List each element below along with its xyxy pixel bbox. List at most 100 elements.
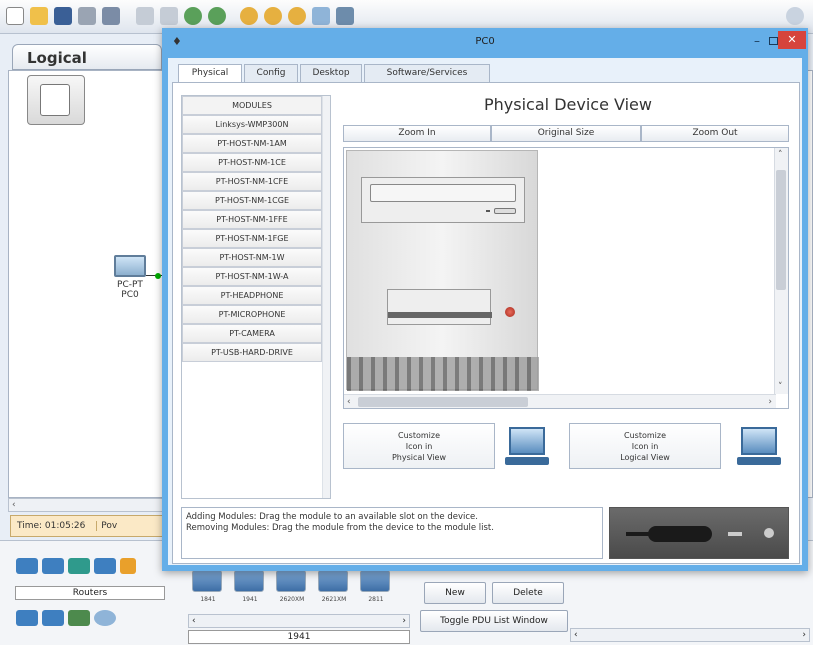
tab-software-services[interactable]: Software/Services [364,64,490,82]
customize-logical-icon-button[interactable]: Customize Icon in Logical View [569,423,721,469]
device-view-vertical-scrollbar[interactable]: ˄ ˅ [774,148,788,394]
open-folder-icon[interactable] [30,7,48,25]
power-button-icon[interactable] [505,307,515,317]
copy-icon[interactable] [136,7,154,25]
router-model-tile[interactable]: 1841 [192,570,222,603]
module-item[interactable]: PT-MICROPHONE [182,305,322,324]
link-status-light [155,273,161,279]
zoom-reset-icon[interactable] [264,7,282,25]
connections-category-icon[interactable] [120,558,136,574]
delete-scenario-button[interactable]: Delete [492,582,564,604]
hub-category-icon[interactable] [68,558,90,574]
optical-drive-bay [361,177,525,223]
modules-list[interactable]: MODULES Linksys-WMP300N PT-HOST-NM-1AM P… [181,95,331,499]
module-item[interactable]: Linksys-WMP300N [182,115,322,134]
paste-icon[interactable] [160,7,178,25]
router-category-icon[interactable] [16,558,38,574]
help-line: Removing Modules: Drag the module from t… [186,523,494,533]
router-model-label: 2811 [368,596,384,603]
activity-wizard-icon[interactable] [102,7,120,25]
scrollbar-thumb[interactable] [776,170,786,290]
zoom-in-icon[interactable] [240,7,258,25]
undo-icon[interactable] [184,7,202,25]
palette-icon[interactable] [312,7,330,25]
time-label: Time: 01:05:26 [17,521,86,531]
module-item[interactable]: PT-HOST-NM-1W [182,248,322,267]
router-model-tile[interactable]: 2621XM [318,570,348,603]
router-model-label: 1941 [242,596,258,603]
root-cluster-icon[interactable] [27,75,85,125]
redo-icon[interactable] [208,7,226,25]
customize-physical-icon-button[interactable]: Customize Icon in Physical View [343,423,495,469]
optical-drive-slot [370,184,516,202]
logical-workspace-tab[interactable]: Logical [12,44,162,70]
module-item[interactable]: PT-HOST-NM-1CE [182,153,322,172]
scroll-left-icon[interactable]: ‹ [574,630,578,640]
physical-device-view[interactable]: ˄ ˅ ‹ › [343,147,789,409]
scroll-right-icon[interactable]: › [402,615,406,627]
module-item[interactable]: PT-HOST-NM-1FFE [182,210,322,229]
module-item[interactable]: PT-HOST-NM-1CFE [182,172,322,191]
wireless-category-icon[interactable] [94,558,116,574]
module-item[interactable]: PT-HOST-NM-1AM [182,134,322,153]
physical-view-pc-icon [505,427,549,467]
power-cycle-label[interactable]: Pov [96,521,118,531]
dialog-title-bar[interactable]: ♦ PC0 – ✕ [162,28,808,58]
toggle-pdu-list-button[interactable]: Toggle PDU List Window [420,610,568,632]
button-label-line: Physical View [391,453,447,462]
scroll-up-icon[interactable]: ˄ [778,150,783,160]
modules-scrollbar[interactable] [322,96,330,498]
scroll-down-icon[interactable]: ˅ [778,382,783,392]
router-model-label: 2621XM [321,596,347,603]
save-icon[interactable] [54,7,72,25]
model-scrollbar[interactable]: ‹ › [188,614,410,628]
help-icon[interactable] [786,7,804,25]
scroll-right-icon[interactable]: › [802,629,806,641]
scroll-left-icon[interactable]: ‹ [347,397,351,407]
zoom-out-icon[interactable] [288,7,306,25]
module-item[interactable]: PT-HOST-NM-1W-A [182,267,322,286]
module-item[interactable]: PT-CAMERA [182,324,322,343]
zoom-out-button[interactable]: Zoom Out [641,125,789,142]
end-devices-category-icon[interactable] [16,610,38,626]
eject-button [494,208,516,214]
tab-desktop[interactable]: Desktop [300,64,362,82]
pc0-device-dialog: ♦ PC0 – ✕ Physical Config Desktop Softwa… [162,28,808,571]
workspace-horizontal-scrollbar[interactable]: ‹ [8,498,168,512]
wan-emulation-category-icon[interactable] [68,610,90,626]
router-model-tile[interactable]: 2620XM [276,570,306,603]
pdu-list-scrollbar[interactable]: ‹ › [570,628,810,642]
router-model-tile[interactable]: 2811 [360,570,390,603]
scroll-left-icon[interactable]: ‹ [192,616,196,626]
scroll-left-icon[interactable]: ‹ [12,500,16,510]
module-slot[interactable] [387,289,492,325]
app-icon: ♦ [172,35,182,48]
button-label-line: Logical View [620,453,670,462]
zoom-in-button[interactable]: Zoom In [343,125,491,142]
maximize-icon[interactable] [769,37,778,45]
tab-physical[interactable]: Physical [178,64,242,83]
drive-led [486,210,490,212]
scroll-right-icon[interactable]: › [768,397,772,407]
module-help-text: Adding Modules: Drag the module to an av… [181,507,603,559]
new-scenario-button[interactable]: New [424,582,486,604]
multiuser-category-icon[interactable] [94,610,116,626]
custom-device-icon[interactable] [336,7,354,25]
module-item[interactable]: PT-HOST-NM-1CGE [182,191,322,210]
security-category-icon[interactable] [42,610,64,626]
pc0-node[interactable]: PC-PT PC0 [105,255,155,300]
module-item[interactable]: PT-USB-HARD-DRIVE [182,343,322,362]
original-size-button[interactable]: Original Size [491,125,641,142]
switch-category-icon[interactable] [42,558,64,574]
pc0-type-label: PC-PT [117,280,143,290]
device-view-horizontal-scrollbar[interactable]: ‹ › [344,394,776,408]
module-item[interactable]: PT-HEADPHONE [182,286,322,305]
new-file-icon[interactable] [6,7,24,25]
router-model-tile[interactable]: 1941 [234,570,264,603]
scrollbar-thumb[interactable] [358,397,528,407]
print-icon[interactable] [78,7,96,25]
module-item[interactable]: PT-HOST-NM-1FGE [182,229,322,248]
tab-config[interactable]: Config [244,64,298,82]
minimize-icon[interactable]: – [750,34,764,48]
close-icon[interactable]: ✕ [778,31,806,49]
